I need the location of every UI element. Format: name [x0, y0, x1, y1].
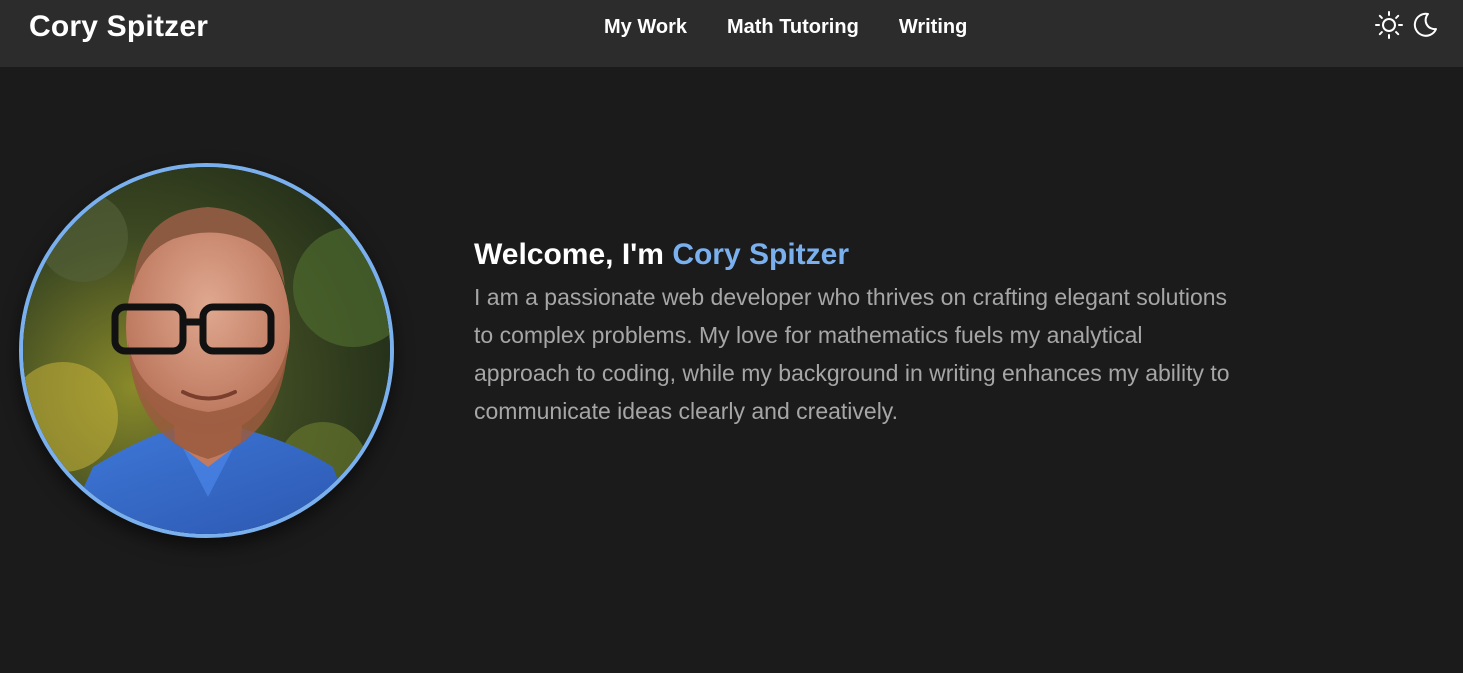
nav-link-my-work[interactable]: My Work	[604, 15, 687, 39]
moon-icon[interactable]	[1409, 10, 1439, 40]
welcome-name: Cory Spitzer	[672, 238, 850, 271]
welcome-heading: Welcome, I'm Cory Spitzer	[474, 236, 1234, 274]
welcome-prefix: Welcome, I'm	[474, 238, 673, 271]
main-nav: My Work Math Tutoring Writing	[604, 15, 967, 39]
sun-icon[interactable]	[1374, 10, 1404, 40]
brand-link[interactable]: Cory Spitzer	[29, 10, 208, 44]
profile-photo	[19, 163, 394, 538]
bio-text: I am a passionate web developer who thri…	[474, 284, 1230, 424]
nav-link-writing[interactable]: Writing	[899, 15, 968, 39]
nav-link-math-tutoring[interactable]: Math Tutoring	[727, 15, 859, 39]
intro: Welcome, I'm Cory Spitzer I am a passion…	[474, 236, 1234, 430]
site-header: Cory Spitzer My Work Math Tutoring Writi…	[0, 0, 1463, 67]
